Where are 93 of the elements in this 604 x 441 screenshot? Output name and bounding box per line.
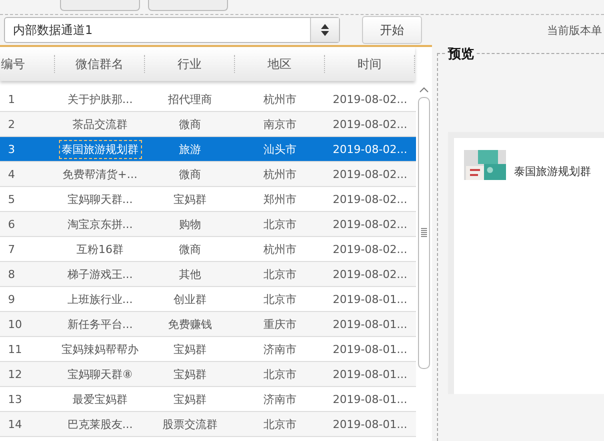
table-cell-text: 微商 — [178, 166, 202, 182]
table-cell-text: 10 — [7, 316, 23, 332]
table-cell-text: 北京市 — [262, 366, 298, 382]
table-cell-text: 4 — [7, 166, 16, 182]
table-row[interactable]: 6 淘宝京东拼... 购物 北京市 2019-08-02... — [0, 212, 416, 237]
table-cell-text: 免费赚钱 — [167, 316, 213, 332]
tab[interactable] — [148, 0, 228, 11]
table-cell-text: 2019-08-01... — [332, 292, 408, 308]
start-button[interactable]: 开始 — [362, 16, 422, 44]
table-cell-text: 北京市 — [262, 266, 298, 282]
table-cell-text: 14 — [7, 416, 23, 432]
table-cell-text: 宝妈聊天群⑧ — [66, 366, 134, 382]
table-cell-text: 杭州市 — [262, 166, 298, 182]
table-cell-text: 北京市 — [262, 216, 298, 232]
table-cell-text: 微商 — [178, 116, 202, 132]
column-header[interactable]: 编号 — [0, 55, 55, 73]
table-cell-text: 互粉16群 — [76, 242, 124, 258]
table-cell-text: 2019-08-01... — [332, 316, 408, 332]
table-cell-text: 重庆市 — [262, 316, 298, 332]
table-row[interactable]: 10 新任务平台... 免费赚钱 重庆市 2019-08-01... — [0, 312, 416, 337]
table-cell-text: 2019-08-02... — [332, 242, 408, 258]
table-cell-text: 北京市 — [262, 292, 298, 308]
table-cell-text: 2019-08-02... — [332, 92, 408, 108]
table-cell-text: 9 — [7, 292, 16, 308]
table-cell-text: 宝妈群 — [172, 392, 208, 408]
table-cell-text: 13 — [7, 392, 23, 408]
tab[interactable] — [60, 0, 140, 11]
table-cell-text: 2019-08-01... — [332, 392, 408, 408]
table-cell-text: 创业群 — [172, 292, 208, 308]
grip-icon — [421, 228, 427, 238]
column-header[interactable]: 微信群名 — [55, 55, 145, 73]
table-cell-text: 济南市 — [262, 342, 298, 358]
table-cell-text: 南京市 — [262, 116, 298, 132]
table-cell-text: 3 — [7, 142, 16, 158]
table-cell-text: 宝妈群 — [172, 342, 208, 358]
table-cell-text: 汕头市 — [262, 142, 298, 158]
table-cell-text: 杭州市 — [262, 242, 298, 258]
table-cell-text: 2019-08-02... — [332, 142, 408, 158]
table-cell-text: 其他 — [178, 266, 202, 282]
table-row[interactable]: 4 免费帮清货+... 微商 杭州市 2019-08-02... — [0, 162, 416, 187]
table-cell-text: 北京市 — [262, 416, 298, 432]
table-cell-text: 12 — [7, 366, 23, 382]
table-cell-text: 购物 — [178, 216, 202, 232]
table-cell-text: 宝妈群 — [172, 366, 208, 382]
table-cell-text: 淘宝京东拼... — [66, 216, 134, 232]
table-cell-text: 微商 — [178, 242, 202, 258]
column-header[interactable]: 时间 — [325, 55, 415, 73]
table-cell-text: 2019-08-02... — [332, 116, 408, 132]
table-cell-text: 济南市 — [262, 392, 298, 408]
table-cell-text: 新任务平台... — [66, 316, 134, 332]
table-row[interactable]: 14 巴克莱股友... 股票交流群 北京市 2019-08-01... — [0, 412, 416, 437]
table-cell-text: 2 — [7, 116, 16, 132]
column-header[interactable]: 地区 — [235, 55, 325, 73]
table-cell-text: 招代理商 — [167, 92, 213, 108]
table-cell-text: 巴克莱股友... — [66, 416, 134, 432]
preview-title: 预览 — [446, 45, 476, 63]
table-cell-text: 杭州市 — [262, 92, 298, 108]
table-cell-text: 上班族行业... — [66, 292, 134, 308]
table-cell-text: 6 — [7, 216, 16, 232]
table-cell-text: 2019-08-01... — [332, 416, 408, 432]
column-header[interactable]: 行业 — [145, 55, 235, 73]
table-row[interactable]: 12 宝妈聊天群⑧ 宝妈群 北京市 2019-08-01... — [0, 362, 416, 387]
table-row[interactable]: 2 茶品交流群 微商 南京市 2019-08-02... — [0, 112, 416, 137]
table-cell-text: 宝妈群 — [172, 192, 208, 208]
table-cell-text: 2019-08-02... — [332, 266, 408, 282]
table-cell-text: 11 — [7, 342, 23, 358]
table-cell-text: 股票交流群 — [162, 416, 218, 432]
table-cell-text: 茶品交流群 — [72, 116, 128, 132]
channel-select[interactable]: 内部数据通道1 — [4, 17, 340, 43]
table-cell-text: 8 — [7, 266, 16, 282]
sort-arrows-icon — [321, 24, 329, 36]
table-cell-text: 2019-08-01... — [332, 366, 408, 382]
table-cell-text: 7 — [7, 242, 16, 258]
table-row[interactable]: 3 泰国旅游规划群 旅游 汕头市 2019-08-02... — [0, 137, 416, 162]
table-cell-text: 2019-08-02... — [332, 166, 408, 182]
table-cell-text: 2019-08-01... — [332, 342, 408, 358]
scroll-up-icon[interactable] — [419, 87, 429, 93]
table-cell-text: 关于护肤那... — [66, 92, 134, 108]
table-cell-text: 2019-08-02... — [332, 216, 408, 232]
table-cell-text: 宝妈聊天群... — [66, 192, 134, 208]
table-cell-text: 免费帮清货+... — [62, 166, 138, 182]
table-cell-text: 宝妈辣妈帮帮办 — [60, 342, 140, 358]
table-cell-text: 郑州市 — [262, 192, 298, 208]
table-cell-text: 旅游 — [178, 142, 202, 158]
group-name: 泰国旅游规划群 — [514, 164, 591, 179]
table-row[interactable]: 8 梯子游戏王... 其他 北京市 2019-08-02... — [0, 262, 416, 287]
table-cell-text: 2019-08-02... — [332, 192, 408, 208]
version-text: 当前版本单 — [547, 22, 602, 38]
scrollbar-thumb[interactable] — [418, 97, 430, 369]
table-cell-text: 梯子游戏王... — [66, 266, 134, 282]
table-cell-text: 5 — [7, 192, 16, 208]
table-cell-text: 最爱宝妈群 — [72, 392, 128, 408]
table-cell-text: 1 — [7, 92, 16, 108]
